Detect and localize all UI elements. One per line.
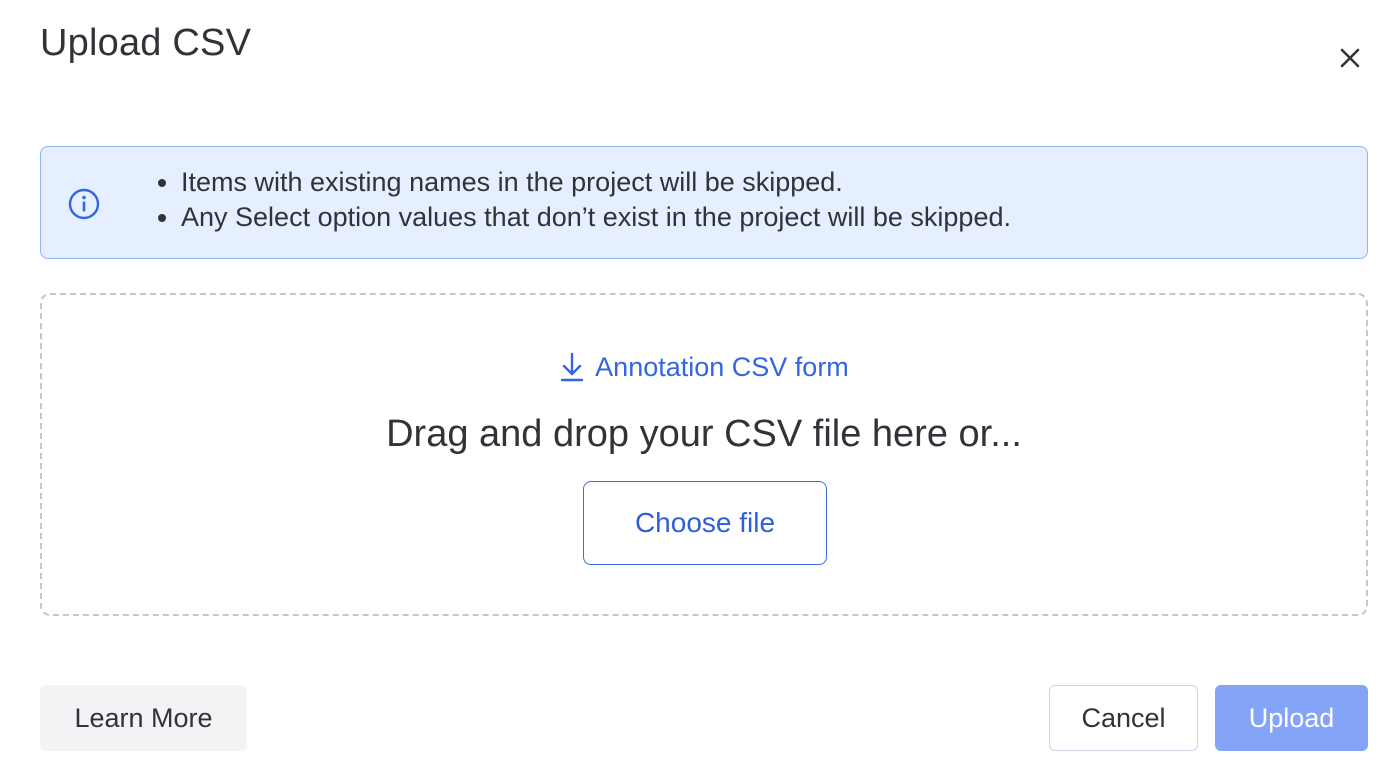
learn-more-button[interactable]: Learn More [40,685,247,751]
info-list: Items with existing names in the project… [159,165,1011,235]
drop-instructions: Drag and drop your CSV file here or... [386,413,1022,455]
info-item: Items with existing names in the project… [181,165,1011,200]
info-banner: Items with existing names in the project… [40,146,1368,259]
cancel-button[interactable]: Cancel [1049,685,1198,751]
info-item: Any Select option values that don’t exis… [181,200,1011,235]
close-button[interactable] [1328,36,1372,80]
close-icon [1340,48,1360,68]
choose-file-button[interactable]: Choose file [583,481,827,565]
upload-csv-dialog: Upload CSV Items with existing names in … [0,0,1400,764]
file-dropzone[interactable]: Annotation CSV form Drag and drop your C… [40,293,1368,616]
info-icon [68,188,100,220]
upload-button[interactable]: Upload [1215,685,1368,751]
download-template-link[interactable]: Annotation CSV form [42,351,1366,383]
download-template-label: Annotation CSV form [595,351,849,382]
download-arrow-icon [560,352,584,382]
dialog-title: Upload CSV [40,22,252,64]
